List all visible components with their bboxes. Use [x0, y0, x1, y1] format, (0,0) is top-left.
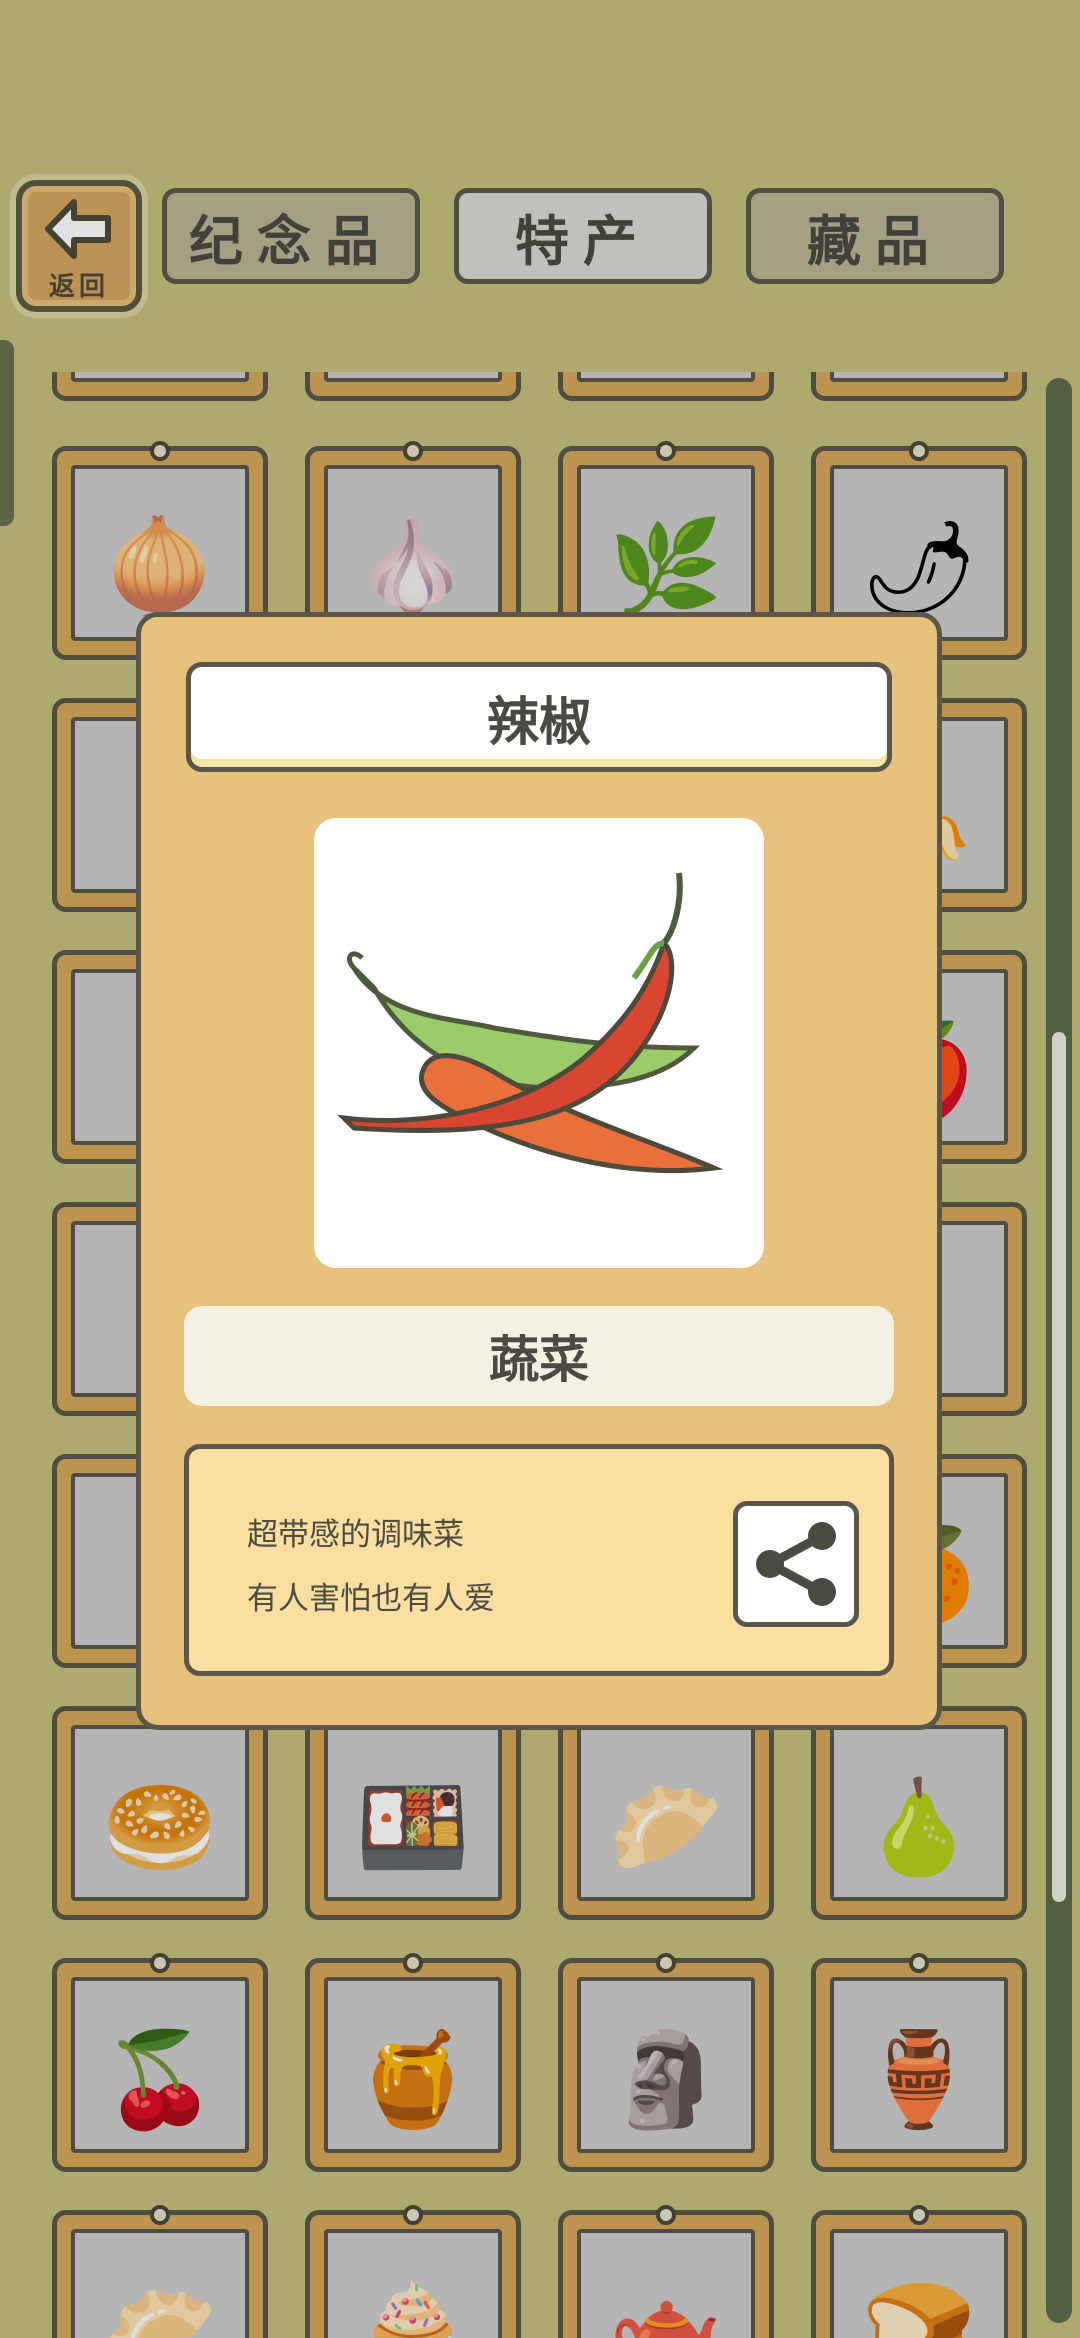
item-description-panel: 超带感的调味菜 有人害怕也有人爱 — [184, 1444, 894, 1676]
share-button[interactable] — [733, 1501, 859, 1627]
chili-pepper-icon — [337, 872, 724, 1174]
share-icon — [756, 1522, 836, 1606]
item-image — [314, 818, 764, 1268]
item-title: 辣椒 — [186, 662, 892, 772]
item-category: 蔬菜 — [184, 1306, 894, 1406]
description-line-2: 有人害怕也有人爱 — [247, 1581, 495, 1617]
description-line-1: 超带感的调味菜 — [247, 1517, 464, 1553]
